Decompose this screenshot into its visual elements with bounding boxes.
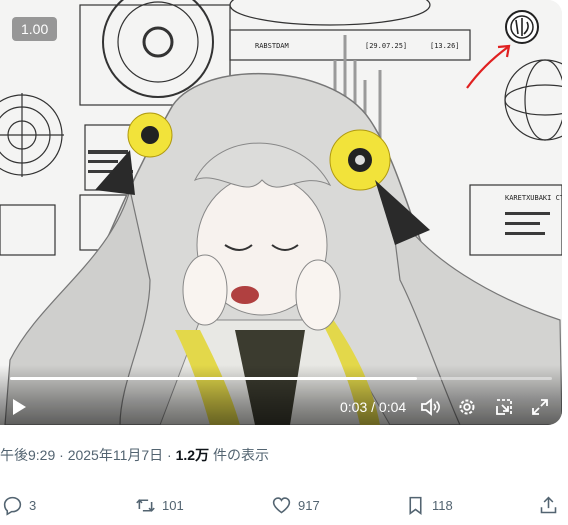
views-label: 件の表示 [209,447,269,463]
tweet-meta-separator: · [163,447,176,463]
tweet-time[interactable]: 午後9:29 [0,447,55,463]
time-separator: / [367,399,379,415]
dock-icon [496,399,512,415]
repost-count: 101 [162,497,184,513]
gear-icon [459,399,475,415]
bookmark-button[interactable]: 118 [405,490,453,520]
fullscreen-button[interactable] [529,396,551,418]
bookmark-icon [409,496,422,515]
video-frame-illustration: RABSTDAM [29.07.25] [13.26] KARETXUBAKI … [0,0,562,425]
reply-icon [3,496,22,516]
expand-icon [532,399,548,415]
duration: 0:04 [378,399,407,415]
progress-fill [10,377,417,380]
reply-count: 3 [29,497,37,513]
svg-text:[29.07.25]: [29.07.25] [365,42,407,50]
video-player[interactable]: RABSTDAM [29.07.25] [13.26] KARETXUBAKI … [0,0,562,425]
tweet-meta: 午後9:29 · 2025年11月7日 · 1.2万 件の表示 [0,445,269,465]
tweet-meta-separator: · [55,447,68,463]
tweet-actions: 3 101 917 118 [0,490,568,520]
current-time: 0:03 [340,399,368,415]
like-button[interactable]: 917 [271,490,320,520]
heart-icon [272,496,291,513]
play-button[interactable] [8,396,30,418]
mute-button[interactable] [420,396,442,418]
video-time: 0:03 / 0:04 [340,399,406,415]
repost-button[interactable]: 101 [135,490,184,520]
volume-icon [421,398,440,416]
reply-button[interactable]: 3 [2,490,36,520]
repost-icon [136,498,155,512]
tweet-date[interactable]: 2025年11月7日 [68,447,163,463]
progress-bar[interactable] [10,377,552,380]
svg-text:[13.26]: [13.26] [430,42,460,50]
dock-player-button[interactable] [493,396,515,418]
play-icon [13,399,26,415]
video-controls: 0:03 / 0:04 [0,365,562,425]
settings-button[interactable] [456,396,478,418]
bookmark-count: 118 [432,497,453,513]
svg-text:RABSTDAM: RABSTDAM [255,42,289,50]
svg-text:KARETXUBAKI CT: KARETXUBAKI CT [505,194,562,202]
share-button[interactable] [538,490,559,520]
playback-speed-badge[interactable]: 1.00 [12,17,58,41]
like-count: 917 [298,497,320,513]
share-icon [540,496,557,513]
views-count: 1.2万 [175,447,210,463]
